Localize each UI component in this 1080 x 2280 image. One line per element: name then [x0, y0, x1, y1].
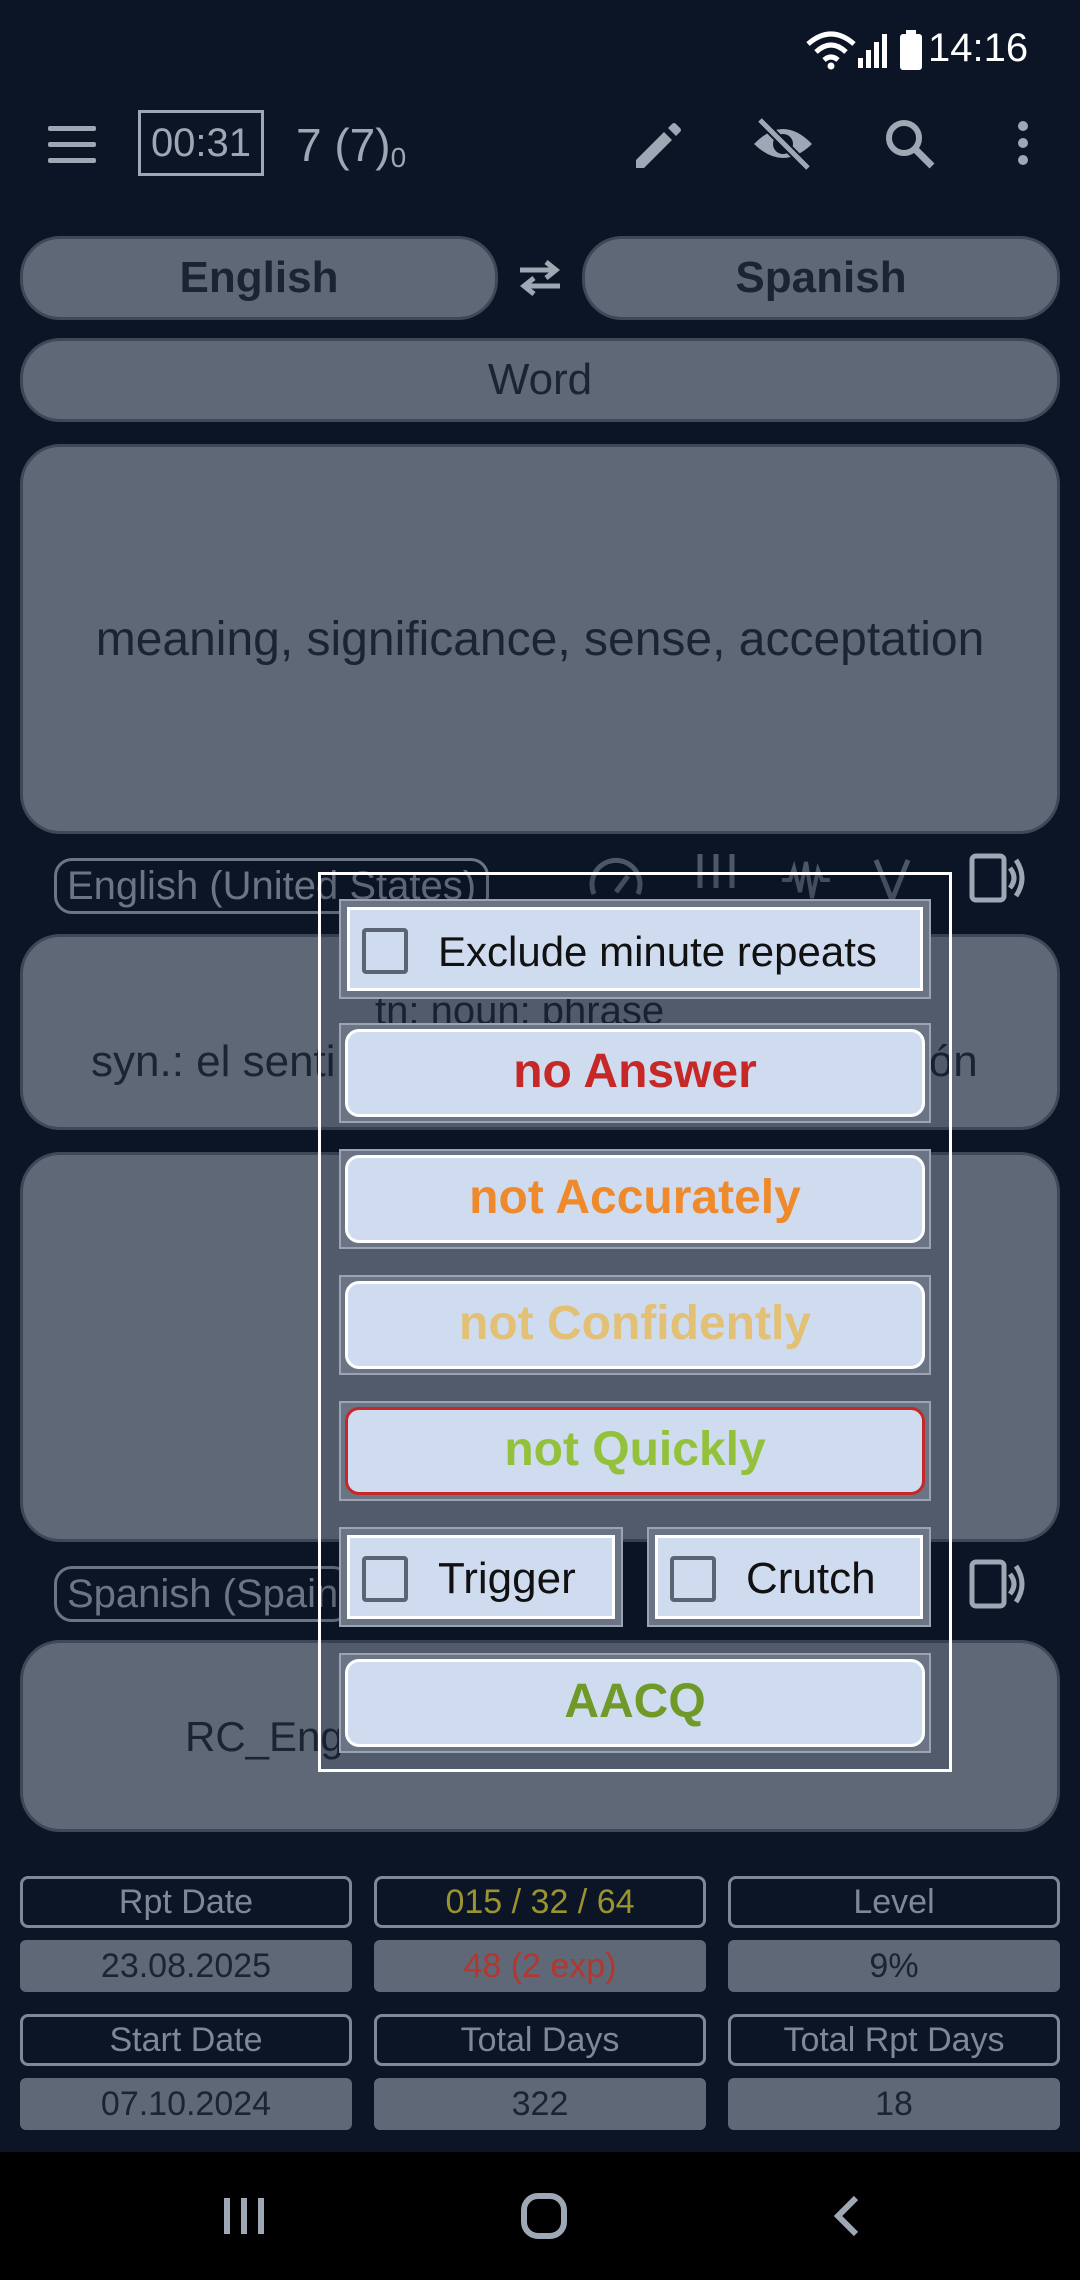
trigger-checkbox[interactable]	[362, 1556, 408, 1602]
level-value: 9%	[728, 1940, 1060, 1992]
not-accurately-frame: not Accurately	[339, 1149, 931, 1249]
card-count: 7 (7)	[296, 119, 391, 171]
question-card[interactable]: meaning, significance, sense, acceptatio…	[20, 444, 1060, 834]
not-confidently-button[interactable]: not Confidently	[345, 1281, 925, 1369]
clock: 14:16	[928, 26, 1029, 70]
card-counter: 7 (7)0	[296, 112, 406, 178]
exclude-repeats-checkbox[interactable]	[362, 928, 408, 974]
edit-icon[interactable]	[622, 108, 692, 178]
status-bar: 14:16	[0, 0, 1080, 100]
trigger-label: Trigger	[438, 1554, 576, 1603]
recent-apps-icon[interactable]	[222, 2196, 266, 2236]
not-confidently-frame: not Confidently	[339, 1275, 931, 1375]
card-count-sub: 0	[390, 142, 407, 173]
total-days-value: 322	[374, 2078, 706, 2130]
intervals-label: 015 / 32 / 64	[374, 1876, 706, 1928]
no-answer-button[interactable]: no Answer	[345, 1029, 925, 1117]
menu-icon[interactable]	[44, 122, 100, 166]
not-accurately-button[interactable]: not Accurately	[345, 1155, 925, 1243]
not-quickly-button[interactable]: not Quickly	[345, 1407, 925, 1495]
no-answer-frame: no Answer	[339, 1023, 931, 1123]
due-value: 48 (2 exp)	[374, 1940, 706, 1992]
back-icon[interactable]	[830, 2194, 862, 2238]
speak-target-icon[interactable]	[966, 1552, 1030, 1616]
home-icon[interactable]	[520, 2192, 568, 2240]
target-locale-tag[interactable]: Spanish (Spain	[54, 1566, 352, 1622]
level-label: Level	[728, 1876, 1060, 1928]
answer-quality-dialog: Exclude minute repeats no Answer not Acc…	[318, 872, 952, 1772]
exclude-repeats-frame: Exclude minute repeats	[339, 899, 931, 999]
more-options-icon[interactable]	[988, 108, 1038, 178]
speak-source-icon[interactable]	[966, 846, 1030, 910]
synonyms-text-left: syn.: el senti	[91, 1037, 336, 1086]
exclude-repeats-toggle[interactable]: Exclude minute repeats	[347, 907, 923, 991]
aacq-frame: AACQ	[339, 1653, 931, 1753]
total-days-label: Total Days	[374, 2014, 706, 2066]
session-timer: 00:31	[138, 110, 264, 176]
crutch-checkbox[interactable]	[670, 1556, 716, 1602]
crutch-label: Crutch	[746, 1554, 876, 1603]
rpt-date-value: 23.08.2025	[20, 1940, 352, 1992]
target-language-button[interactable]: Spanish	[582, 236, 1060, 320]
wifi-icon	[806, 31, 856, 70]
battery-icon	[900, 30, 922, 70]
search-icon[interactable]	[876, 108, 946, 178]
source-language-button[interactable]: English	[20, 236, 498, 320]
total-rpt-days-label: Total Rpt Days	[728, 2014, 1060, 2066]
rpt-date-label: Rpt Date	[20, 1876, 352, 1928]
total-rpt-days-value: 18	[728, 2078, 1060, 2130]
aacq-button[interactable]: AACQ	[345, 1659, 925, 1747]
trigger-frame: Trigger	[339, 1527, 623, 1627]
visibility-off-icon[interactable]	[748, 108, 818, 178]
start-date-value: 07.10.2024	[20, 2078, 352, 2130]
card-type-selector[interactable]: Word	[20, 338, 1060, 422]
exclude-repeats-label: Exclude minute repeats	[438, 928, 877, 975]
trigger-toggle[interactable]: Trigger	[347, 1535, 615, 1619]
question-text: meaning, significance, sense, acceptatio…	[95, 612, 985, 666]
swap-icon[interactable]	[514, 256, 566, 300]
signal-icon	[858, 34, 887, 68]
navigation-bar	[0, 2152, 1080, 2280]
not-quickly-frame: not Quickly	[339, 1401, 931, 1501]
crutch-frame: Crutch	[647, 1527, 931, 1627]
crutch-toggle[interactable]: Crutch	[655, 1535, 923, 1619]
start-date-label: Start Date	[20, 2014, 352, 2066]
